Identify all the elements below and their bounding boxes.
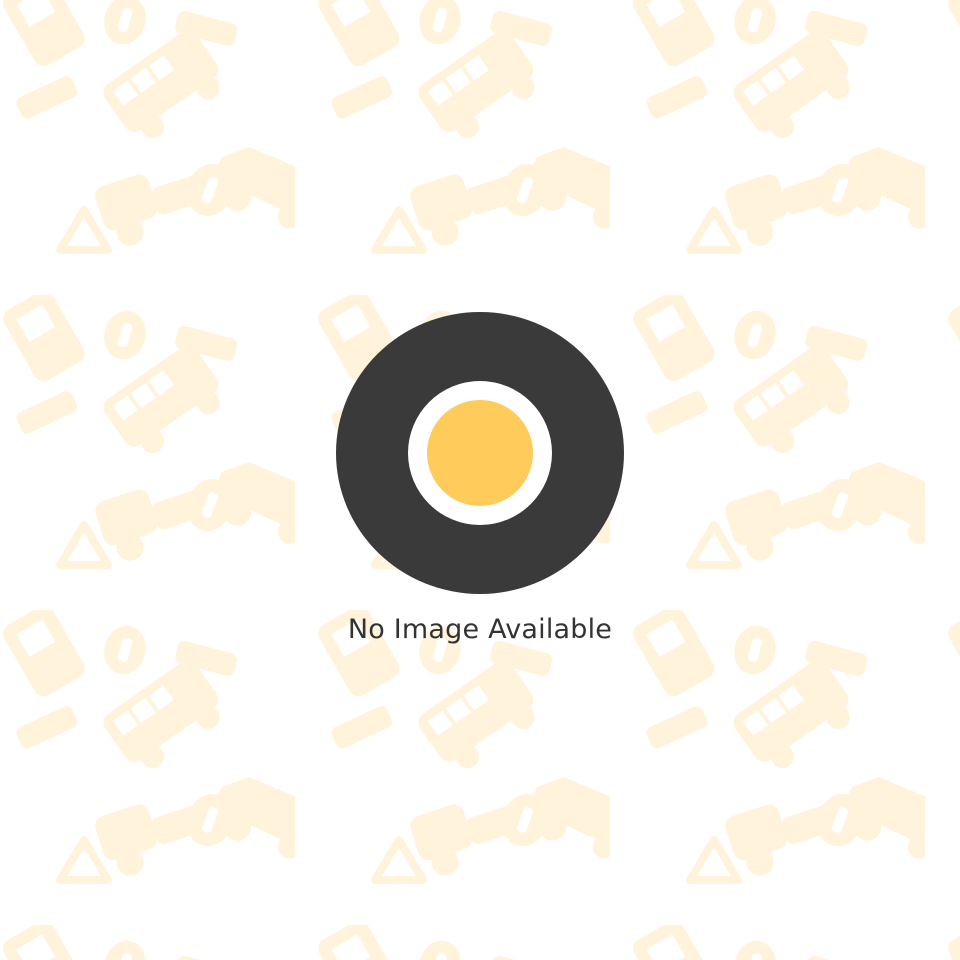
tire-icon [336, 312, 624, 594]
no-image-caption: No Image Available [347, 614, 613, 645]
no-image-placeholder: No Image Available [0, 0, 960, 960]
